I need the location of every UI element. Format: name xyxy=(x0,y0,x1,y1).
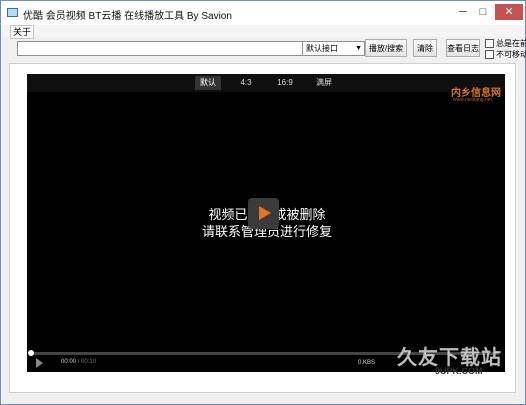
minimize-button[interactable]: ─ xyxy=(455,4,471,20)
app-icon xyxy=(7,8,18,17)
menu-about[interactable]: 关于 xyxy=(10,25,35,39)
url-input[interactable] xyxy=(17,41,305,56)
ratio-fullscreen-tab[interactable]: 满屏 xyxy=(311,76,337,90)
title-bar: 优酷 会员视频 BT云播 在线播放工具 By Savion ─ □ ✕ xyxy=(1,1,525,25)
maximize-button[interactable]: □ xyxy=(475,4,491,20)
checkbox-box[interactable] xyxy=(485,39,494,49)
chevron-down-icon: ▼ xyxy=(355,45,362,52)
play-search-button[interactable]: 播放/搜索 xyxy=(365,39,407,57)
checkbox-box[interactable] xyxy=(485,50,494,60)
site-watermark: 久友下载站 9UPK.COM xyxy=(397,341,509,377)
close-button[interactable]: ✕ xyxy=(495,4,523,20)
app-window: 优酷 会员视频 BT云播 在线播放工具 By Savion ─ □ ✕ 关于 默… xyxy=(0,0,526,405)
play-icon[interactable] xyxy=(36,358,43,368)
ratio-4-3-tab[interactable]: 4:3 xyxy=(235,76,257,90)
menu-bar: 关于 xyxy=(2,25,524,39)
interface-select-value: 默认接口 xyxy=(306,44,338,53)
progress-handle[interactable] xyxy=(28,350,34,356)
view-log-button[interactable]: 查看日志 xyxy=(446,39,480,57)
no-move-label: 不可移动 xyxy=(496,50,526,59)
ratio-16-9-tab[interactable]: 16:9 xyxy=(273,76,297,90)
always-on-top-checkbox[interactable]: 总是在前 xyxy=(485,38,526,49)
speed-display: 0.KBS xyxy=(358,360,376,366)
aspect-ratio-bar: 默认 4:3 16:9 满屏 xyxy=(27,74,505,92)
big-play-icon[interactable] xyxy=(248,198,279,229)
clear-button[interactable]: 清除 xyxy=(413,39,437,57)
window-title: 优酷 会员视频 BT云播 在线播放工具 By Savion xyxy=(23,11,232,22)
always-on-top-label: 总是在前 xyxy=(496,39,526,48)
time-current: 00:00 xyxy=(61,359,77,365)
interface-select[interactable]: 默认接口 ▼ xyxy=(302,41,365,56)
video-player[interactable]: 默认 4:3 16:9 满屏 内乡信息网 www.neixiang.net 视频… xyxy=(27,74,505,372)
no-move-checkbox[interactable]: 不可移动 xyxy=(485,49,526,60)
time-total: / 00:10 xyxy=(77,359,97,365)
site-watermark-url: 9UPK.COM xyxy=(435,366,483,376)
brand-watermark-url: www.neixiang.net xyxy=(453,97,492,103)
time-display: 00:00 / 00:10 xyxy=(61,359,96,365)
ratio-default-tab[interactable]: 默认 xyxy=(195,76,221,90)
